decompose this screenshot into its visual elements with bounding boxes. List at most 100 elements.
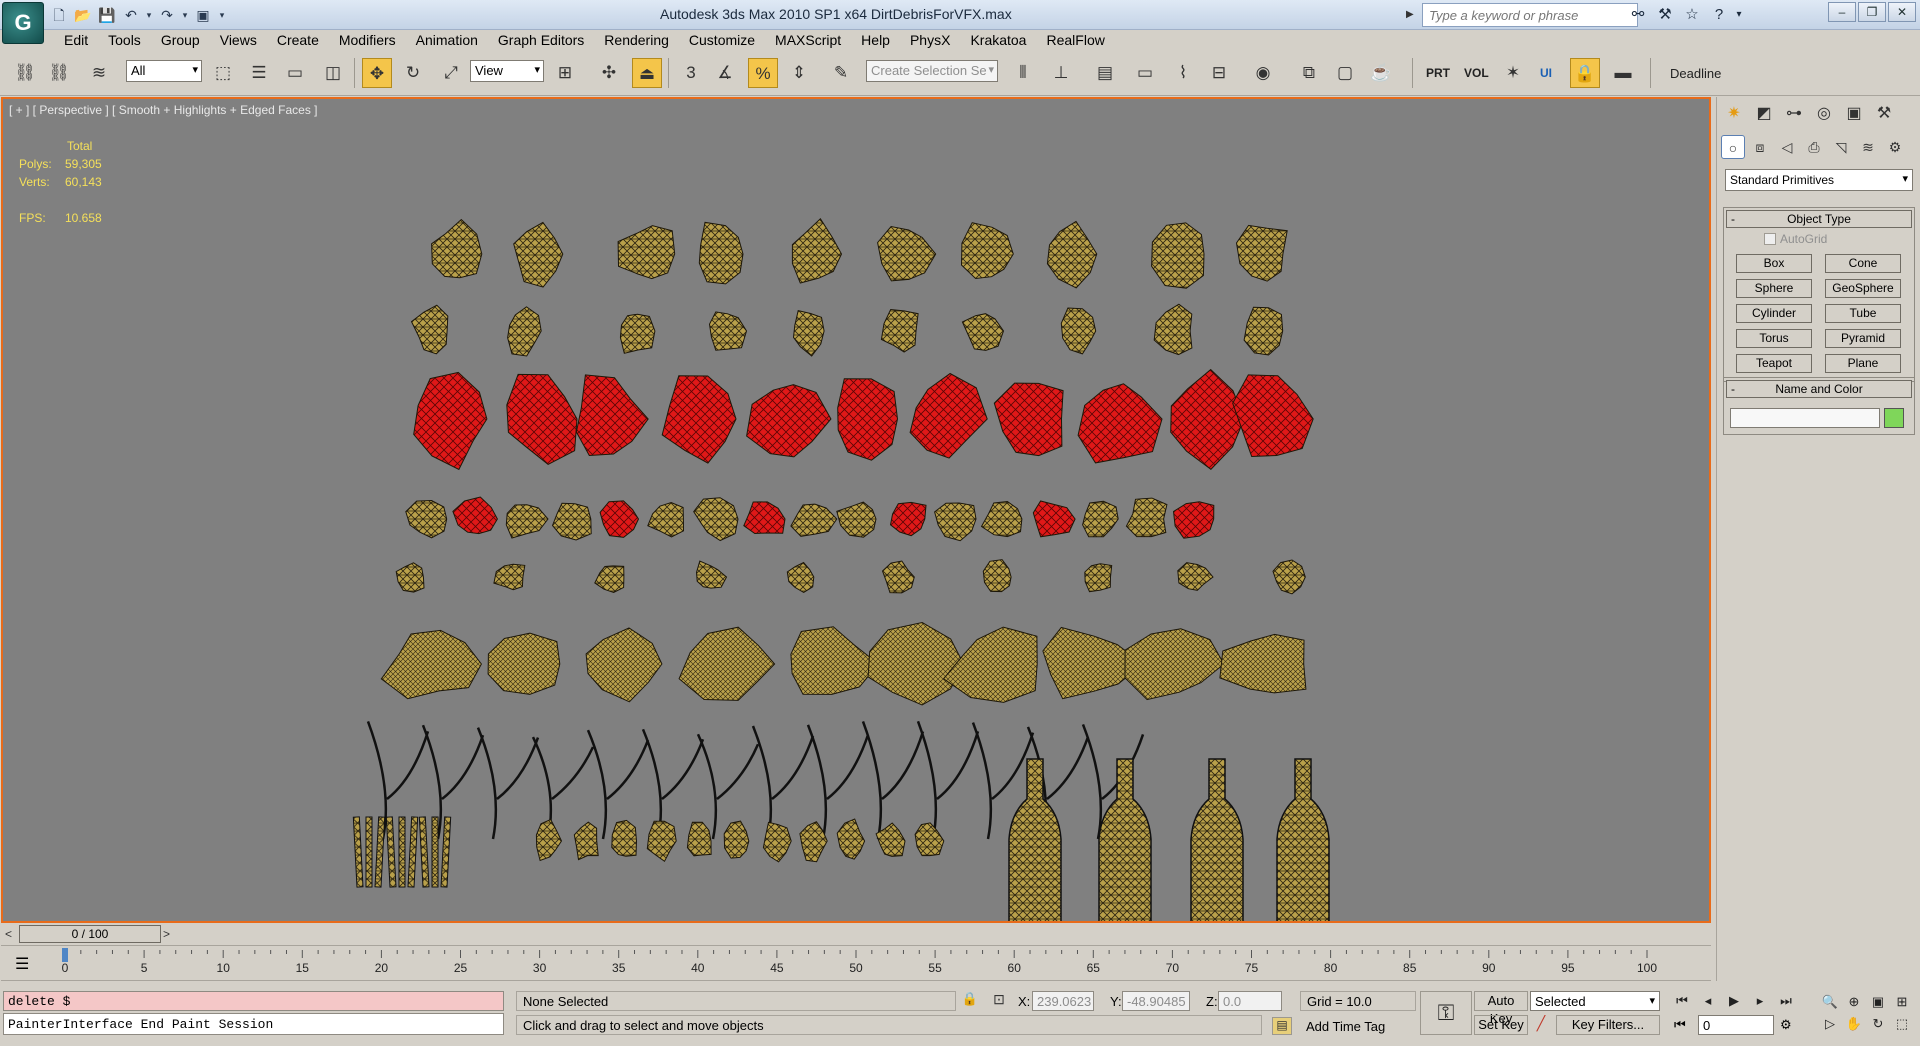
help-dropdown-icon[interactable]: ▾: [1734, 3, 1744, 27]
name-and-color-header[interactable]: - Name and Color: [1726, 380, 1912, 398]
leaf[interactable]: [762, 821, 792, 863]
debris-pebble[interactable]: [493, 563, 526, 591]
y-coordinate-field[interactable]: -48.90485: [1122, 991, 1190, 1011]
rendered-frame-window-icon[interactable]: ▢: [1330, 58, 1360, 88]
debris-pebble[interactable]: [881, 560, 915, 594]
field-of-view-icon[interactable]: ▷: [1818, 1013, 1842, 1035]
debris-rock[interactable]: [792, 309, 825, 357]
go-to-start-icon[interactable]: ⏮: [1670, 991, 1694, 1011]
dirt-clump[interactable]: [1219, 633, 1307, 694]
helpers-icon[interactable]: ◹: [1829, 135, 1853, 159]
dirt-clump[interactable]: [380, 629, 482, 700]
time-tag-icon[interactable]: ▤: [1272, 1017, 1292, 1035]
select-move-icon[interactable]: ✥: [362, 58, 392, 88]
lock-toggle-icon[interactable]: 🔒: [1570, 58, 1600, 88]
debris-shard[interactable]: [599, 500, 640, 538]
krakatoa-x-icon[interactable]: ✶: [1498, 58, 1528, 88]
krakatoa-ui-button[interactable]: UI: [1540, 66, 1552, 80]
undo-dropdown-icon[interactable]: ▾: [144, 3, 154, 25]
select-object-icon[interactable]: ⬚: [208, 58, 238, 88]
plane-button[interactable]: Plane: [1825, 354, 1901, 373]
maxscript-listener-input[interactable]: delete $: [3, 991, 504, 1011]
debris-rock[interactable]: [1153, 303, 1193, 356]
project-folder-icon[interactable]: ▣: [192, 3, 214, 25]
menu-krakatoa[interactable]: Krakatoa: [960, 30, 1036, 52]
undo-icon[interactable]: ↶: [120, 3, 142, 25]
current-frame-field[interactable]: 0: [1698, 1015, 1774, 1035]
keyboard-shortcut-override-icon[interactable]: ⏏: [632, 58, 662, 88]
debris-rock[interactable]: [1235, 224, 1288, 282]
debris-chunk[interactable]: [1077, 383, 1163, 464]
object-type-header[interactable]: - Object Type: [1726, 210, 1912, 228]
debris-shard[interactable]: [551, 502, 592, 541]
orbit-icon[interactable]: ↻: [1866, 1013, 1890, 1035]
debris-shard[interactable]: [743, 501, 786, 535]
debris-rock[interactable]: [507, 306, 542, 357]
time-slider-next-icon[interactable]: >: [163, 925, 177, 943]
create-tab-icon[interactable]: ✷: [1721, 101, 1747, 127]
debris-chunk[interactable]: [506, 373, 578, 465]
rect-selection-icon[interactable]: ▭: [280, 58, 310, 88]
leaf[interactable]: [611, 819, 638, 857]
app-logo-icon[interactable]: G: [2, 2, 44, 44]
menu-maxscript[interactable]: MAXScript: [765, 30, 851, 52]
search-expand-icon[interactable]: ▶: [1406, 3, 1420, 27]
debris-chunk[interactable]: [413, 371, 488, 471]
maximize-icon[interactable]: ❐: [1858, 2, 1886, 22]
layer-manager-icon[interactable]: ▤: [1090, 58, 1120, 88]
krakatoa-prt-button[interactable]: PRT: [1426, 66, 1450, 80]
zoom-all-icon[interactable]: ⊕: [1842, 991, 1866, 1013]
debris-chunk[interactable]: [837, 378, 899, 461]
debris-rock[interactable]: [1046, 220, 1098, 289]
menu-rendering[interactable]: Rendering: [594, 30, 679, 52]
save-file-icon[interactable]: 💾: [96, 3, 118, 25]
auto-key-button[interactable]: Auto Key: [1474, 991, 1528, 1026]
previous-frame-icon[interactable]: ◂: [1696, 991, 1720, 1011]
help-icon[interactable]: ?: [1707, 3, 1731, 27]
bind-spacewarp-icon[interactable]: ≋: [84, 58, 114, 88]
twig-branch[interactable]: [916, 720, 980, 840]
geosphere-button[interactable]: GeoSphere: [1825, 279, 1901, 298]
straw-stick[interactable]: [418, 816, 430, 888]
twig-branch[interactable]: [751, 725, 815, 840]
bottle-mesh[interactable]: [1008, 758, 1062, 921]
display-tab-icon[interactable]: ▣: [1841, 101, 1867, 127]
next-frame-icon[interactable]: ▸: [1748, 991, 1772, 1011]
leaf[interactable]: [646, 820, 677, 863]
zoom-extents-icon[interactable]: ▣: [1866, 991, 1890, 1013]
debris-rock[interactable]: [1151, 222, 1205, 289]
track-bar[interactable]: ☰ 0 5 10 15 20 25 30 35 40 45 50 55 60 65 70 75 80 85 90 95…: [1, 945, 1711, 981]
debris-chunk[interactable]: [993, 382, 1064, 457]
dirt-clump[interactable]: [487, 632, 561, 695]
geometry-icon[interactable]: ○: [1721, 135, 1745, 159]
named-selection-dropdown[interactable]: Create Selection Se: [866, 60, 998, 82]
leaf[interactable]: [573, 821, 599, 861]
torus-button[interactable]: Torus: [1736, 329, 1812, 348]
dirt-clump[interactable]: [585, 627, 663, 703]
debris-rock[interactable]: [617, 225, 676, 280]
key-mode-dropdown[interactable]: Selected: [1530, 991, 1660, 1011]
absolute-mode-icon[interactable]: ⊡: [988, 991, 1010, 1011]
sphere-button[interactable]: Sphere: [1736, 279, 1812, 298]
debris-pebble[interactable]: [1177, 562, 1214, 591]
debris-rock[interactable]: [1243, 306, 1284, 356]
qa-customize-icon[interactable]: ▾: [216, 3, 228, 25]
menu-physx[interactable]: PhysX: [900, 30, 960, 52]
menu-realflow[interactable]: RealFlow: [1036, 30, 1114, 52]
autogrid-checkbox[interactable]: AutoGrid: [1764, 232, 1914, 246]
menu-tools[interactable]: Tools: [98, 30, 151, 52]
utilities-tab-icon[interactable]: ⚒: [1871, 101, 1897, 127]
dirt-clump[interactable]: [867, 621, 965, 706]
debris-rock[interactable]: [791, 218, 843, 284]
debris-shard[interactable]: [980, 500, 1023, 538]
select-rotate-icon[interactable]: ↻: [398, 58, 428, 88]
time-slider[interactable]: < 0 / 100 >: [1, 923, 1711, 945]
cone-button[interactable]: Cone: [1825, 254, 1901, 273]
shapes-icon[interactable]: ⧈: [1748, 135, 1772, 159]
debris-shard[interactable]: [452, 496, 498, 535]
menu-edit[interactable]: Edit: [54, 30, 98, 52]
debris-pebble[interactable]: [1084, 563, 1113, 593]
spinner-snap-icon[interactable]: ⇕: [784, 58, 814, 88]
leaf[interactable]: [535, 818, 563, 862]
schematic-view-icon[interactable]: ⊟: [1204, 58, 1234, 88]
